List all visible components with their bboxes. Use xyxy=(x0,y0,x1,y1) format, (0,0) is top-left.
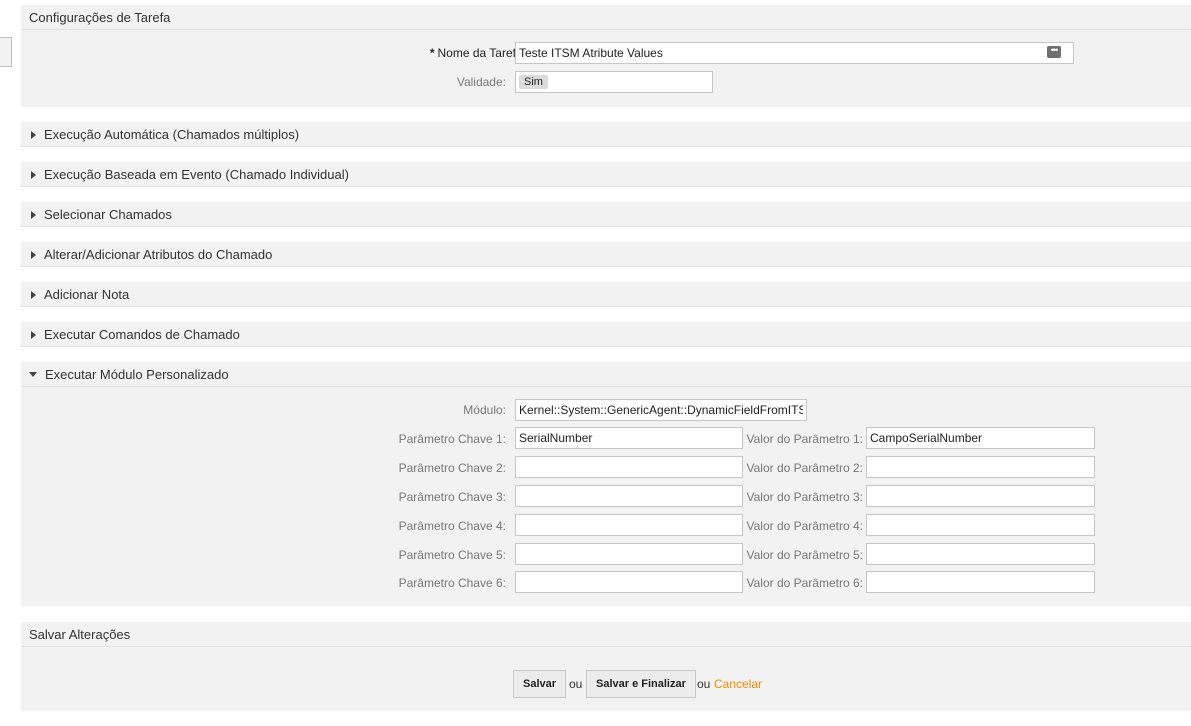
param-value-label: Valor do Parâmetro 5: xyxy=(746,548,863,562)
param-key-label: Parâmetro Chave 3: xyxy=(398,490,506,504)
more-dots-icon[interactable]: ••• xyxy=(1047,46,1061,58)
save-and-finish-button[interactable]: Salvar e Finalizar xyxy=(586,670,696,698)
save-header: Salvar Alterações xyxy=(21,622,1191,647)
param-key-label: Parâmetro Chave 6: xyxy=(398,576,506,590)
task-name-label: * Nome da Tarefa: xyxy=(429,46,526,60)
task-name-field-wrap: ••• xyxy=(515,42,1074,64)
triangle-down-icon xyxy=(29,372,37,378)
param-key-input[interactable] xyxy=(515,485,743,507)
param-value-input[interactable] xyxy=(866,514,1095,536)
triangle-right-icon xyxy=(31,130,36,139)
custom-module-widget: Executar Módulo Personalizado Módulo: Pa… xyxy=(21,362,1191,606)
param-key-label: Parâmetro Chave 4: xyxy=(398,519,506,533)
param-key-label: Parâmetro Chave 5: xyxy=(398,548,506,562)
param-value-label: Valor do Parâmetro 4: xyxy=(746,519,863,533)
param-value-input[interactable] xyxy=(866,456,1095,478)
task-settings-header: Configurações de Tarefa xyxy=(21,5,1191,30)
section-label: Adicionar Nota xyxy=(44,287,130,302)
left-sidebar-edge xyxy=(0,37,12,67)
param-value-label: Valor do Parâmetro 2: xyxy=(746,461,863,475)
or-text: ou xyxy=(569,677,583,691)
validity-chip: Sim xyxy=(519,75,548,89)
section-change-attributes[interactable]: Alterar/Adicionar Atributos do Chamado xyxy=(21,242,1191,267)
section-label: Execução Baseada em Evento (Chamado Indi… xyxy=(44,167,349,182)
triangle-right-icon xyxy=(31,250,36,259)
triangle-right-icon xyxy=(31,290,36,299)
section-label: Selecionar Chamados xyxy=(44,207,172,222)
task-name-input[interactable] xyxy=(515,42,1074,64)
param-key-label: Parâmetro Chave 2: xyxy=(398,461,506,475)
custom-module-header[interactable]: Executar Módulo Personalizado xyxy=(21,362,1191,387)
param-key-input[interactable] xyxy=(515,514,743,536)
param-value-label: Valor do Parâmetro 6: xyxy=(746,576,863,590)
section-label: Executar Comandos de Chamado xyxy=(44,327,240,342)
module-input[interactable] xyxy=(515,399,807,421)
section-label: Execução Automática (Chamados múltiplos) xyxy=(44,127,300,142)
section-event-execution[interactable]: Execução Baseada em Evento (Chamado Indi… xyxy=(21,162,1191,187)
validity-select[interactable]: Sim xyxy=(515,71,713,93)
section-label: Executar Módulo Personalizado xyxy=(45,367,229,382)
section-automatic-execution[interactable]: Execução Automática (Chamados múltiplos) xyxy=(21,122,1191,147)
param-key-input[interactable] xyxy=(515,543,743,565)
task-settings-widget: Configurações de Tarefa * Nome da Tarefa:… xyxy=(21,5,1191,107)
section-ticket-commands[interactable]: Executar Comandos de Chamado xyxy=(21,322,1191,347)
save-button[interactable]: Salvar xyxy=(513,670,567,698)
or-text: ou xyxy=(697,677,711,691)
required-mark: * xyxy=(429,46,435,60)
section-add-note[interactable]: Adicionar Nota xyxy=(21,282,1191,307)
param-value-label: Valor do Parâmetro 1: xyxy=(746,432,863,446)
param-value-input[interactable] xyxy=(866,485,1095,507)
param-value-input[interactable] xyxy=(866,571,1095,593)
triangle-right-icon xyxy=(31,170,36,179)
param-value-input[interactable] xyxy=(866,543,1095,565)
param-key-label: Parâmetro Chave 1: xyxy=(398,432,506,446)
save-widget: Salvar Alterações Salvar ou Salvar e Fin… xyxy=(21,622,1191,711)
param-value-label: Valor do Parâmetro 3: xyxy=(746,490,863,504)
param-value-input[interactable] xyxy=(866,427,1095,449)
param-key-input[interactable] xyxy=(515,456,743,478)
param-key-input[interactable] xyxy=(515,571,743,593)
param-key-input[interactable] xyxy=(515,427,743,449)
triangle-right-icon xyxy=(31,210,36,219)
section-select-tickets[interactable]: Selecionar Chamados xyxy=(21,202,1191,227)
cancel-link[interactable]: Cancelar xyxy=(714,677,762,691)
validity-label: Validade: xyxy=(456,75,506,89)
module-label: Módulo: xyxy=(463,403,506,417)
section-label: Alterar/Adicionar Atributos do Chamado xyxy=(44,247,273,262)
triangle-right-icon xyxy=(31,330,36,339)
